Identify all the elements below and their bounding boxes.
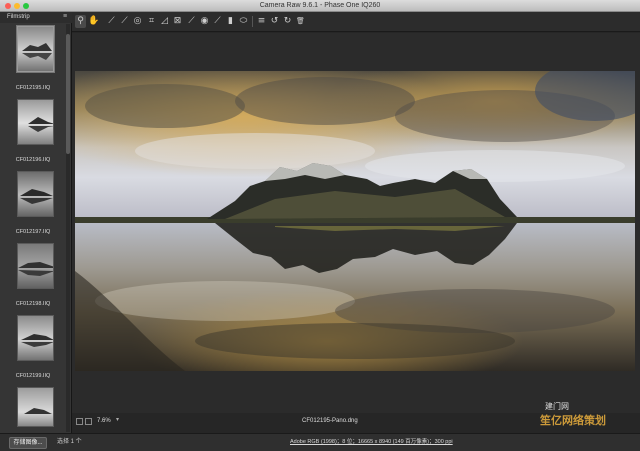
red-eye-icon[interactable]: ◉ <box>199 15 210 28</box>
current-filename: CF012195-Pano.dng <box>302 418 358 424</box>
chevron-down-icon[interactable]: ▾ <box>116 416 119 425</box>
graduated-filter-icon[interactable]: ▮ <box>225 15 236 28</box>
toolbar: ⚲ ✋ ⟋ ⟋ ◎ ⌗ ◿ ⊠ ⟋ ◉ ⟋ ▮ ⬭ ≡ ↺ ↻ 🗑 <box>72 12 640 32</box>
full-view-button[interactable] <box>85 418 92 425</box>
filmstrip-label: CF012199.IIQ <box>15 373 51 379</box>
fit-view-button[interactable] <box>76 418 83 425</box>
spot-removal-icon[interactable]: ⟋ <box>186 15 197 28</box>
filmstrip-menu-icon[interactable]: ≡ <box>63 12 67 22</box>
filmstrip-panel: Filmstrip ≡ CF012195.IIQ CF012196.IIQ CF… <box>0 12 72 433</box>
adjustment-brush-icon[interactable]: ⟋ <box>212 15 223 28</box>
footer-bar: 存储图像... 选择 1 个 Adobe RGB (1998)；8 位；1666… <box>0 433 640 451</box>
selection-count: 选择 1 个 <box>57 439 82 445</box>
filmstrip-label: CF012195.IIQ <box>15 85 51 91</box>
toolbar-divider <box>252 16 253 27</box>
filmstrip-thumbnail[interactable] <box>17 387 54 427</box>
filmstrip-scroll-thumb[interactable] <box>66 34 70 154</box>
watermark-brand: 笙亿网络策划 <box>540 415 606 427</box>
target-adjust-icon[interactable]: ◎ <box>132 15 143 28</box>
filmstrip-label: CF012196.IIQ <box>15 157 51 163</box>
watermark-label: 建门网 <box>545 402 569 411</box>
zoom-icon[interactable]: ⚲ <box>75 15 86 28</box>
crop-icon[interactable]: ⌗ <box>146 15 157 28</box>
radial-filter-icon[interactable]: ⬭ <box>238 15 249 28</box>
filmstrip-scrollbar[interactable] <box>66 24 70 432</box>
filmstrip-thumbnail[interactable] <box>17 171 54 217</box>
filmstrip-header: Filmstrip ≡ <box>0 12 72 23</box>
trash-icon[interactable]: 🗑 <box>295 15 306 28</box>
color-sampler-icon[interactable]: ⟋ <box>119 15 130 28</box>
save-image-button[interactable]: 存储图像... <box>9 437 47 449</box>
filmstrip-thumbnail[interactable] <box>17 243 54 289</box>
filmstrip-thumbnail[interactable] <box>17 315 54 361</box>
filmstrip-thumbnail[interactable] <box>17 99 54 145</box>
workflow-options-link[interactable]: Adobe RGB (1998)；8 位；16665 x 8940 (149 百… <box>290 438 453 447</box>
hand-icon[interactable]: ✋ <box>88 15 99 28</box>
filmstrip-label: CF012197.IIQ <box>15 229 51 235</box>
white-balance-icon[interactable]: ⟋ <box>106 15 117 28</box>
title-bar: Camera Raw 9.6.1 - Phase One IQ260 <box>0 0 640 12</box>
filmstrip-thumbnail[interactable] <box>17 26 54 72</box>
straighten-icon[interactable]: ◿ <box>159 15 170 28</box>
preview-canvas[interactable] <box>72 33 640 413</box>
filmstrip-label: CF012198.IIQ <box>15 301 51 307</box>
rotate-cw-icon[interactable]: ↻ <box>282 15 293 28</box>
transform-icon[interactable]: ⊠ <box>172 15 183 28</box>
zoom-level[interactable]: 7.6% <box>97 417 111 426</box>
preferences-icon[interactable]: ≡ <box>256 15 267 28</box>
camera-raw-window: Camera Raw 9.6.1 - Phase One IQ260 Films… <box>0 0 640 451</box>
rotate-ccw-icon[interactable]: ↺ <box>269 15 280 28</box>
window-title: Camera Raw 9.6.1 - Phase One IQ260 <box>259 2 381 9</box>
filmstrip-title: Filmstrip <box>7 14 30 20</box>
preview-image <box>75 71 635 371</box>
